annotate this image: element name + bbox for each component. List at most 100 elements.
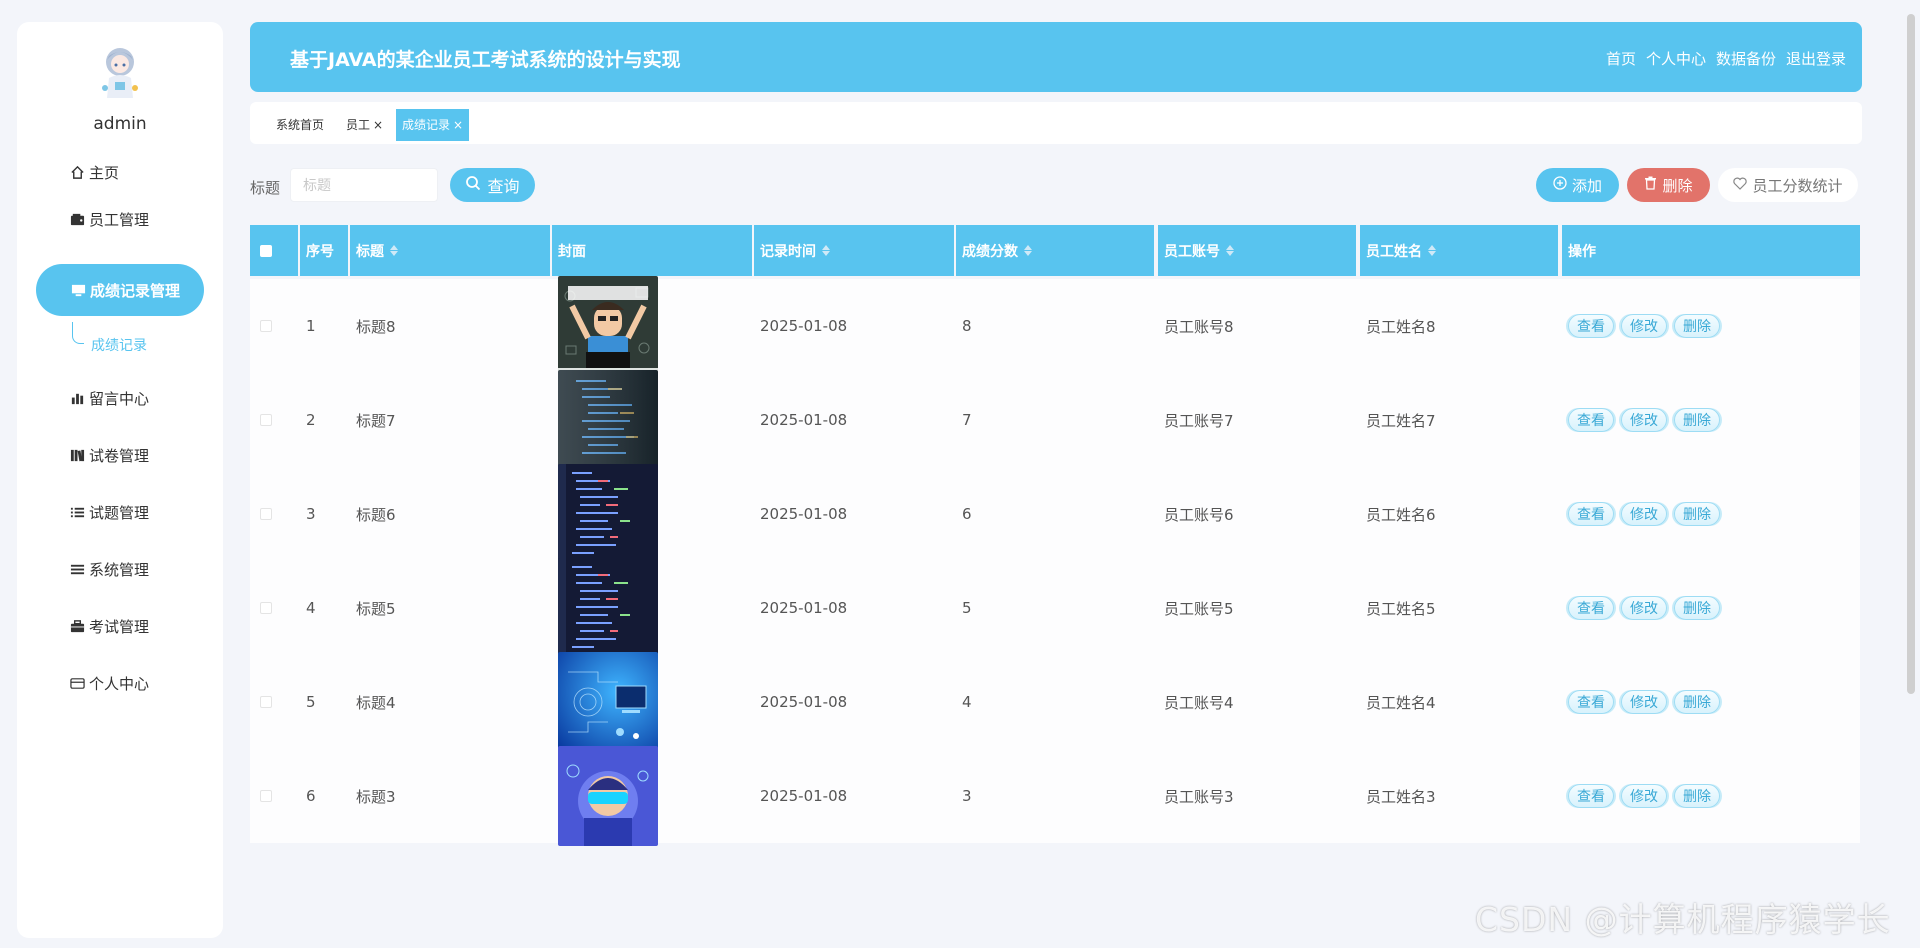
sidebar-item-messages[interactable]: 留言中心 [17, 376, 223, 420]
score-cell: 7 [962, 411, 972, 429]
edit-button[interactable]: 修改 [1621, 690, 1667, 714]
employee-score-stats-button[interactable]: 员工分数统计 [1718, 168, 1858, 202]
cover-image[interactable] [558, 746, 658, 846]
view-button[interactable]: 查看 [1568, 596, 1614, 620]
close-icon[interactable]: × [453, 118, 463, 132]
batch-delete-button[interactable]: 删除 [1627, 168, 1710, 202]
header-select-all[interactable] [250, 225, 298, 276]
edit-button[interactable]: 修改 [1621, 408, 1667, 432]
delete-button[interactable]: 删除 [1674, 784, 1720, 808]
row-select-cell[interactable] [250, 279, 298, 373]
row-select-cell[interactable] [250, 655, 298, 749]
nav-backup[interactable]: 数据备份 [1716, 48, 1776, 69]
edit-button[interactable]: 修改 [1621, 784, 1667, 808]
row-select-cell[interactable] [250, 373, 298, 467]
sort-icon[interactable] [390, 245, 398, 256]
view-button[interactable]: 查看 [1568, 502, 1614, 526]
column-header-name[interactable]: 员工姓名 [1360, 225, 1558, 276]
title-cell: 标题7 [356, 411, 396, 430]
row-checkbox[interactable] [260, 790, 272, 802]
row-select-cell[interactable] [250, 749, 298, 843]
column-header-actions: 操作 [1562, 225, 1860, 276]
sidebar-item-papers[interactable]: 试卷管理 [17, 433, 223, 477]
column-header-index: 序号 [300, 225, 348, 276]
title-search-input[interactable] [290, 168, 438, 202]
sidebar-item-system[interactable]: 系统管理 [17, 547, 223, 591]
row-actions: 查看 修改 删除 [1568, 784, 1720, 808]
tab-score-record[interactable]: 成绩记录 × [396, 109, 470, 141]
nav-home[interactable]: 首页 [1606, 48, 1636, 69]
sidebar-item-score-records[interactable]: 成绩记录管理 [36, 264, 204, 316]
view-button[interactable]: 查看 [1568, 690, 1614, 714]
table-row: 2 标题7 2025-01-08 7 员工账号7 员工姓名7 查看 修改 删除 [250, 370, 1860, 470]
column-header-title[interactable]: 标题 [350, 225, 550, 276]
column-header-score[interactable]: 成绩分数 [956, 225, 1154, 276]
tab-home[interactable]: 系统首页 [270, 112, 331, 138]
books-icon [69, 447, 85, 463]
avatar[interactable] [95, 42, 145, 100]
delete-button[interactable]: 删除 [1674, 690, 1720, 714]
score-cell: 6 [962, 505, 972, 523]
sidebar-item-employee[interactable]: 员工管理 [17, 197, 223, 241]
row-checkbox[interactable] [260, 508, 272, 520]
row-actions: 查看 修改 删除 [1568, 314, 1720, 338]
nav-logout[interactable]: 退出登录 [1786, 48, 1846, 69]
sidebar-item-exams[interactable]: 考试管理 [17, 604, 223, 648]
tab-employee[interactable]: 员工 × [340, 112, 390, 138]
row-select-cell[interactable] [250, 561, 298, 655]
score-cell: 4 [962, 693, 972, 711]
view-button[interactable]: 查看 [1568, 314, 1614, 338]
sort-icon[interactable] [1024, 245, 1032, 256]
sidebar-item-home[interactable]: 主页 [17, 150, 223, 194]
time-cell: 2025-01-08 [760, 317, 848, 335]
row-checkbox[interactable] [260, 696, 272, 708]
view-button[interactable]: 查看 [1568, 784, 1614, 808]
delete-button[interactable]: 删除 [1674, 408, 1720, 432]
time-cell: 2025-01-08 [760, 693, 848, 711]
delete-button[interactable]: 删除 [1674, 314, 1720, 338]
cover-image[interactable] [558, 464, 658, 564]
view-button[interactable]: 查看 [1568, 408, 1614, 432]
cover-image[interactable] [558, 276, 658, 376]
list-icon [69, 504, 85, 520]
sort-icon[interactable] [822, 245, 830, 256]
row-checkbox[interactable] [260, 320, 272, 332]
sidebar-item-label: 考试管理 [89, 617, 150, 636]
sidebar-item-label: 试卷管理 [89, 446, 150, 465]
edit-button[interactable]: 修改 [1621, 596, 1667, 620]
name-cell: 员工姓名5 [1366, 599, 1436, 618]
sort-icon[interactable] [1226, 245, 1234, 256]
trash-icon [1644, 176, 1657, 194]
row-checkbox[interactable] [260, 602, 272, 614]
sidebar-item-questions[interactable]: 试题管理 [17, 490, 223, 534]
row-checkbox[interactable] [260, 414, 272, 426]
sidebar-item-profile[interactable]: 个人中心 [17, 661, 223, 705]
title-cell: 标题4 [356, 693, 396, 712]
cover-image[interactable] [558, 652, 658, 752]
submenu-connector [72, 322, 84, 344]
home-icon [69, 164, 85, 180]
edit-button[interactable]: 修改 [1621, 314, 1667, 338]
sort-icon[interactable] [1428, 245, 1436, 256]
table-header: 序号 标题 封面 记录时间 成绩分数 员工账号 员工姓名 操作 [250, 225, 1860, 276]
table-row: 4 标题5 2025-01-08 5 员工账号5 员工姓名5 查看 修改 删除 [250, 558, 1860, 658]
edit-button[interactable]: 修改 [1621, 502, 1667, 526]
column-header-account[interactable]: 员工账号 [1158, 225, 1356, 276]
delete-button[interactable]: 删除 [1674, 502, 1720, 526]
cover-image[interactable] [558, 558, 658, 658]
bar-chart-icon [69, 390, 85, 406]
delete-button[interactable]: 删除 [1674, 596, 1720, 620]
submenu-item-score-record[interactable]: 成绩记录 [91, 335, 147, 355]
cover-image[interactable] [558, 370, 658, 470]
query-button[interactable]: 查询 [450, 168, 535, 202]
add-button[interactable]: 添加 [1536, 168, 1619, 202]
page-scrollbar[interactable] [1907, 14, 1915, 694]
row-select-cell[interactable] [250, 467, 298, 561]
nav-profile[interactable]: 个人中心 [1646, 48, 1706, 69]
column-header-time[interactable]: 记录时间 [754, 225, 954, 276]
account-cell: 员工账号7 [1164, 411, 1234, 430]
close-icon[interactable]: × [373, 118, 383, 132]
time-cell: 2025-01-08 [760, 505, 848, 523]
index-cell: 4 [306, 599, 316, 617]
select-all-checkbox[interactable] [260, 244, 272, 257]
